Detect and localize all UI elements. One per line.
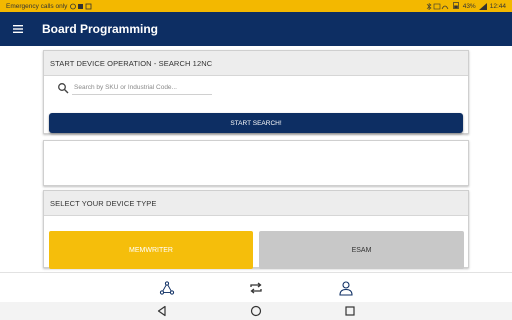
search-card-header: START DEVICE OPERATION - SEARCH 12NC (44, 51, 468, 76)
back-icon[interactable] (156, 305, 168, 317)
page-title: Board Programming (42, 22, 159, 36)
status-bar: Emergency calls only 43% 12:44 (0, 0, 512, 12)
search-icon (58, 83, 69, 94)
app-bar: Board Programming (0, 12, 512, 46)
battery-percent: 43% (462, 2, 476, 10)
device-type-header: SELECT YOUR DEVICE TYPE (44, 191, 468, 216)
device-type-card: SELECT YOUR DEVICE TYPE MEMWRITER ESAM (43, 190, 469, 269)
device-option-memwriter[interactable]: MEMWRITER (49, 231, 253, 269)
main-content: START DEVICE OPERATION - SEARCH 12NC STA… (0, 46, 512, 272)
sync-icon[interactable] (248, 280, 264, 296)
recent-apps-icon[interactable] (344, 305, 356, 317)
profile-icon[interactable] (338, 280, 354, 296)
system-navigation-bar (0, 302, 512, 320)
hamburger-menu-icon (13, 25, 23, 33)
clock-time: 12:44 (489, 2, 506, 10)
search-row (44, 76, 468, 100)
battery-icon (452, 1, 460, 11)
notification-icons (70, 3, 92, 9)
signal-icon (478, 2, 487, 10)
search-card: START DEVICE OPERATION - SEARCH 12NC STA… (43, 50, 469, 134)
network-icon[interactable] (159, 280, 175, 296)
system-status-icons (426, 2, 449, 10)
search-input[interactable] (72, 80, 212, 95)
menu-button[interactable] (0, 12, 36, 46)
home-icon[interactable] (250, 305, 262, 317)
device-option-esam[interactable]: ESAM (259, 231, 464, 269)
carrier-status-text: Emergency calls only (6, 2, 68, 10)
bottom-navigation (0, 272, 512, 303)
result-card (43, 140, 469, 186)
start-search-button[interactable]: START SEARCH! (49, 113, 463, 133)
